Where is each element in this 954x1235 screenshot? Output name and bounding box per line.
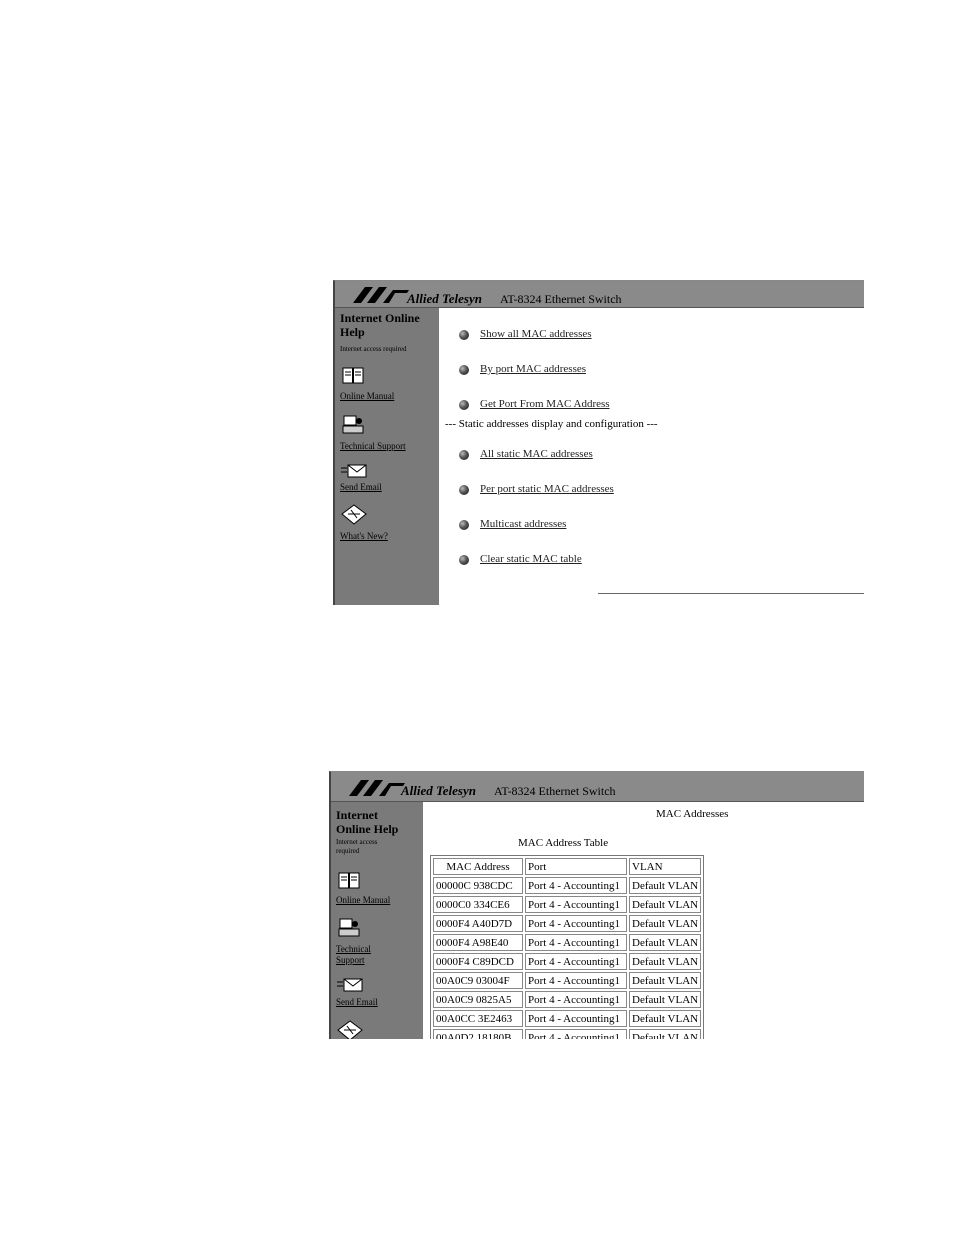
- per-port-static-mac-link[interactable]: Per port static MAC addresses: [480, 483, 614, 495]
- help-note: Internet access required: [340, 345, 407, 353]
- whats-new-icon: [341, 504, 367, 525]
- port-cell: Port 4 - Accounting1: [525, 972, 627, 989]
- all-static-mac-link[interactable]: All static MAC addresses: [480, 448, 593, 460]
- technical-support-link[interactable]: Technical Support: [336, 944, 371, 966]
- bullet-icon: [459, 520, 469, 530]
- sidebar: Internet Online Help Internet access req…: [331, 802, 423, 1039]
- column-header-port: Port: [525, 858, 627, 875]
- vlan-cell: Default VLAN: [629, 915, 702, 932]
- port-cell: Port 4 - Accounting1: [525, 1010, 627, 1027]
- vlan-cell: Default VLAN: [629, 972, 702, 989]
- online-manual-link[interactable]: Online Manual: [336, 895, 390, 906]
- help-title-line2: Help: [340, 325, 365, 339]
- port-cell: Port 4 - Accounting1: [525, 991, 627, 1008]
- mac-menu-window: Allied Telesyn AT-8324 Ethernet Switch I…: [333, 280, 864, 605]
- send-email-link[interactable]: Send Email: [336, 997, 378, 1008]
- send-email-link[interactable]: Send Email: [340, 482, 382, 493]
- mac-address-cell: 0000F4 A40D7D: [433, 915, 523, 932]
- help-note-line2: required: [336, 847, 360, 855]
- header-banner: Allied Telesyn AT-8324 Ethernet Switch: [331, 772, 864, 802]
- by-port-mac-link[interactable]: By port MAC addresses: [480, 363, 586, 375]
- port-cell: Port 4 - Accounting1: [525, 953, 627, 970]
- table-row: 00000C 938CDC Port 4 - Accounting1 Default…: [433, 877, 702, 894]
- show-all-mac-link[interactable]: Show all MAC addresses: [480, 328, 592, 340]
- help-title-line1: Internet Online: [340, 311, 420, 325]
- envelope-icon: [337, 978, 363, 992]
- table-row: 0000F4 C89DCD Port 4 - Accounting1 Default…: [433, 953, 702, 970]
- vlan-cell: Default VLAN: [629, 1029, 702, 1039]
- bullet-icon: [459, 485, 469, 495]
- book-icon: [338, 872, 360, 889]
- mac-address-cell: 0000F4 C89DCD: [433, 953, 523, 970]
- technical-support-link[interactable]: Technical Support: [340, 441, 406, 452]
- brand-name: Allied Telesyn: [401, 783, 476, 798]
- vlan-cell: Default VLAN: [629, 896, 702, 913]
- help-title-line1: Internet: [336, 808, 378, 822]
- table-title: MAC Address Table: [518, 837, 609, 849]
- help-note: Internet access required: [336, 838, 377, 856]
- mac-table-window: Allied Telesyn AT-8324 Ethernet Switch I…: [329, 771, 864, 1039]
- help-title-line2: Online Help: [336, 822, 399, 836]
- support-phone-icon: [342, 415, 364, 434]
- vlan-cell: Default VLAN: [629, 1010, 702, 1027]
- bullet-icon: [459, 365, 469, 375]
- product-name: AT-8324 Ethernet Switch: [494, 784, 616, 798]
- table-row: 0000F4 A40D7D Port 4 - Accounting1 Default…: [433, 915, 702, 932]
- table-row: 00A0C9 03004F Port 4 - Accounting1 Default…: [433, 972, 702, 989]
- vlan-cell: Default VLAN: [629, 953, 702, 970]
- table-row: 0000C0 334CE6 Port 4 - Accounting1 Default…: [433, 896, 702, 913]
- mac-address-cell: 00A0D2 18180B: [433, 1029, 523, 1039]
- vlan-cell: Default VLAN: [629, 877, 702, 894]
- technical-support-line1: Technical: [336, 944, 371, 954]
- port-cell: Port 4 - Accounting1: [525, 915, 627, 932]
- mac-address-cell: 0000F4 A98E40: [433, 934, 523, 951]
- support-phone-icon: [338, 918, 360, 937]
- column-header-vlan: VLAN: [629, 858, 702, 875]
- online-manual-link[interactable]: Online Manual: [340, 391, 394, 402]
- table-body: 00000C 938CDC Port 4 - Accounting1 Default…: [433, 877, 702, 1039]
- whats-new-link[interactable]: What's New?: [340, 531, 388, 542]
- get-port-from-mac-link[interactable]: Get Port From MAC Address: [480, 398, 610, 410]
- help-title: Internet Online Help: [336, 808, 398, 836]
- page-title: MAC Addresses: [656, 808, 729, 820]
- mac-address-cell: 0000C0 334CE6: [433, 896, 523, 913]
- bullet-icon: [459, 400, 469, 410]
- port-cell: Port 4 - Accounting1: [525, 1029, 627, 1039]
- allied-telesyn-logo: [349, 780, 405, 796]
- table-row: 00A0CC 3E2463 Port 4 - Accounting1 Default…: [433, 1010, 702, 1027]
- whats-new-icon: [337, 1020, 363, 1039]
- mac-address-cell: 00000C 938CDC: [433, 877, 523, 894]
- book-icon: [342, 367, 364, 384]
- vlan-cell: Default VLAN: [629, 991, 702, 1008]
- help-note-line1: Internet access: [336, 838, 378, 846]
- brand-name: Allied Telesyn: [407, 291, 482, 306]
- product-name: AT-8324 Ethernet Switch: [500, 292, 622, 306]
- sidebar: Internet Online Help Internet access req…: [335, 308, 439, 605]
- help-title: Internet Online Help: [340, 311, 420, 339]
- port-cell: Port 4 - Accounting1: [525, 877, 627, 894]
- port-cell: Port 4 - Accounting1: [525, 896, 627, 913]
- mac-address-cell: 00A0C9 0825A5: [433, 991, 523, 1008]
- table-header-row: MAC Address Port VLAN: [433, 858, 702, 875]
- mac-address-table: MAC Address Port VLAN 00000C 938CDC Port …: [430, 855, 705, 1039]
- horizontal-rule: [598, 593, 864, 594]
- table-row: 0000F4 A98E40 Port 4 - Accounting1 Default…: [433, 934, 702, 951]
- column-header-mac: MAC Address: [433, 858, 523, 875]
- table-row: 00A0D2 18180B Port 4 - Accounting1 Default…: [433, 1029, 702, 1039]
- bullet-icon: [459, 555, 469, 565]
- bullet-icon: [459, 330, 469, 340]
- static-addresses-heading: --- Static addresses display and configu…: [445, 418, 658, 430]
- header-banner: Allied Telesyn AT-8324 Ethernet Switch: [335, 281, 864, 308]
- envelope-icon: [341, 464, 367, 478]
- technical-support-line2: Support: [336, 955, 365, 965]
- clear-static-mac-table-link[interactable]: Clear static MAC table: [480, 553, 582, 565]
- vlan-cell: Default VLAN: [629, 934, 702, 951]
- multicast-addresses-link[interactable]: Multicast addresses: [480, 518, 566, 530]
- bullet-icon: [459, 450, 469, 460]
- mac-address-cell: 00A0C9 03004F: [433, 972, 523, 989]
- allied-telesyn-logo: [353, 287, 409, 303]
- port-cell: Port 4 - Accounting1: [525, 934, 627, 951]
- table-row: 00A0C9 0825A5 Port 4 - Accounting1 Default…: [433, 991, 702, 1008]
- mac-address-cell: 00A0CC 3E2463: [433, 1010, 523, 1027]
